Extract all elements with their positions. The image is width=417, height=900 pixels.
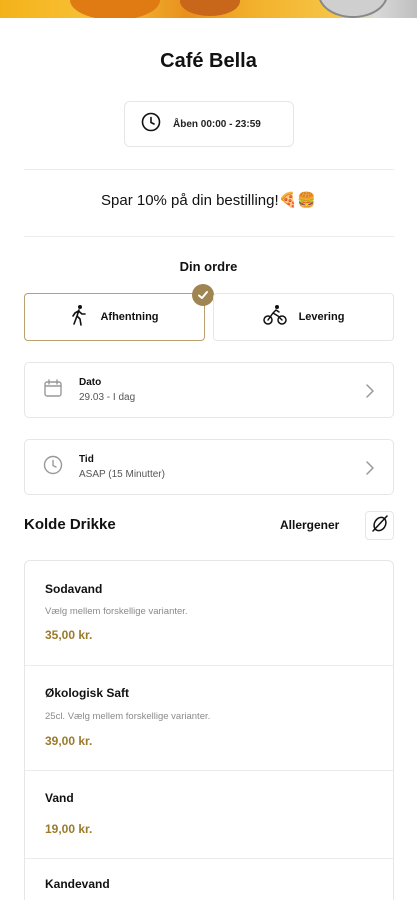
clock-icon: [43, 455, 63, 480]
restaurant-name: Café Bella: [160, 50, 257, 72]
menu-item-name: Vand: [45, 791, 74, 805]
chevron-right-icon: [365, 460, 375, 481]
menu-item-name: Kandevand: [45, 877, 110, 891]
date-label: Dato: [79, 377, 102, 388]
menu-item-name: Sodavand: [45, 582, 103, 596]
menu-item-price: 19,00 kr.: [45, 822, 93, 836]
promo-banner: Spar 10% på din bestilling!🍕🍔: [101, 192, 316, 209]
menu-item-price: 35,00 kr.: [45, 628, 93, 642]
opening-hours-box: Åben 00:00 - 23:59: [124, 101, 294, 147]
time-label: Tid: [79, 454, 94, 465]
order-title: Din ordre: [179, 259, 238, 274]
clock-icon: [141, 112, 161, 137]
pickup-option-button[interactable]: Afhentning: [24, 284, 214, 341]
menu-item-description: 25cl. Vælg mellem forskellige varianter.: [45, 711, 211, 722]
menu-section-title: Kolde Drikke: [24, 516, 116, 533]
divider: [24, 236, 394, 237]
cyclist-icon: [262, 304, 287, 331]
menu-item-description: Vælg mellem forskellige varianter.: [45, 606, 188, 617]
walking-person-icon: [70, 304, 88, 331]
chevron-right-icon: [365, 383, 375, 404]
menu-item[interactable]: Kandevand: [25, 859, 393, 900]
allergen-icon: [370, 513, 390, 538]
time-value: ASAP (15 Minutter): [79, 469, 165, 480]
allergen-label: Allergener: [280, 518, 340, 532]
allergen-button[interactable]: [365, 511, 394, 540]
delivery-option-label: Levering: [298, 311, 345, 323]
menu-item-name: Økologisk Saft: [45, 686, 130, 700]
menu-list: Sodavand Vælg mellem forskellige variant…: [24, 560, 394, 900]
selected-check-icon: [192, 284, 214, 306]
delivery-option-button[interactable]: Levering: [213, 293, 394, 341]
pickup-option-label: Afhentning: [100, 311, 159, 323]
divider: [24, 169, 394, 170]
hero-image: [0, 0, 417, 18]
date-value: 29.03 - I dag: [79, 392, 136, 403]
menu-item[interactable]: Økologisk Saft 25cl. Vælg mellem forskel…: [25, 666, 393, 771]
menu-item[interactable]: Sodavand Vælg mellem forskellige variant…: [25, 561, 393, 666]
time-selector[interactable]: Tid ASAP (15 Minutter): [24, 439, 394, 495]
menu-item-price: 39,00 kr.: [45, 734, 93, 748]
date-selector[interactable]: Dato 29.03 - I dag: [24, 362, 394, 418]
menu-item[interactable]: Vand 19,00 kr.: [25, 771, 393, 859]
calendar-icon: [43, 378, 63, 403]
opening-hours-text: Åben 00:00 - 23:59: [173, 118, 261, 130]
